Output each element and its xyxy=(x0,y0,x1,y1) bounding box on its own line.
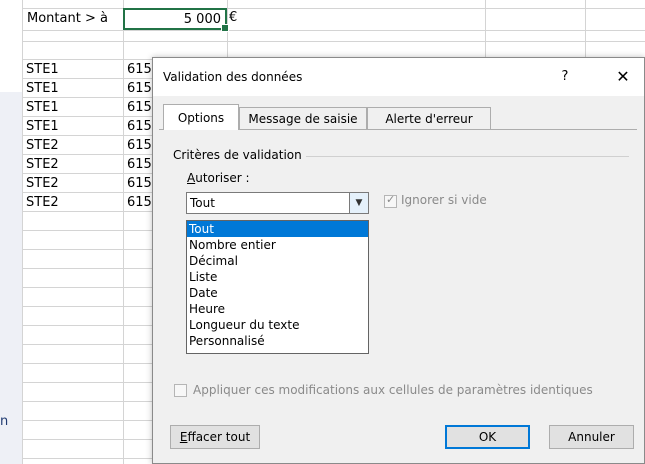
data-validation-dialog: Validation des données ? ✕ Options Messa… xyxy=(152,57,645,464)
company-cell[interactable]: STE2 xyxy=(26,157,59,172)
apply-all-label: Appliquer ces modifications aux cellules… xyxy=(193,383,593,397)
code-cell[interactable]: 615 xyxy=(127,62,152,77)
tab-error-alert[interactable]: Alerte d'erreur xyxy=(367,107,491,129)
allow-option-date[interactable]: Date xyxy=(187,285,368,301)
dialog-title: Validation des données xyxy=(163,70,303,84)
code-cell[interactable]: 615 xyxy=(127,157,152,172)
clear-all-label: ffacer tout xyxy=(187,430,251,444)
tab-options[interactable]: Options xyxy=(163,104,239,130)
grid-line xyxy=(22,41,645,42)
active-amount-cell[interactable]: 5 000 xyxy=(123,8,229,32)
company-cell[interactable]: STE2 xyxy=(26,195,59,210)
allow-label-text: utoriser : xyxy=(195,171,250,185)
code-cell[interactable]: 615 xyxy=(127,195,152,210)
code-cell[interactable]: 615 xyxy=(127,81,152,96)
clear-all-button[interactable]: Effacer tout xyxy=(170,425,260,449)
code-cell[interactable]: 615 xyxy=(127,119,152,134)
grid-line xyxy=(123,0,124,464)
grid-line xyxy=(22,30,645,31)
ignore-blank-label: Ignorer si vide xyxy=(401,193,487,207)
allow-label-accelerator: A xyxy=(187,171,196,185)
cut-off-text: n xyxy=(0,414,9,429)
ok-button[interactable]: OK xyxy=(445,425,530,449)
code-cell[interactable]: 615 xyxy=(127,100,152,115)
cancel-button[interactable]: Annuler xyxy=(549,425,634,449)
company-cell[interactable]: STE1 xyxy=(26,81,59,96)
grid-line xyxy=(22,0,23,464)
tab-input-message[interactable]: Message de saisie xyxy=(239,107,367,129)
company-cell[interactable]: STE1 xyxy=(26,62,59,77)
allow-option-any[interactable]: Tout xyxy=(187,221,368,237)
criteria-group-label: Critères de validation xyxy=(173,148,306,162)
close-icon[interactable]: ✕ xyxy=(609,65,637,89)
allow-option-custom[interactable]: Personnalisé xyxy=(187,333,368,349)
apply-all-checkbox[interactable] xyxy=(174,384,187,397)
allow-select[interactable]: Tout ▼ xyxy=(186,192,369,214)
row-header-strip xyxy=(0,92,22,464)
check-icon: ✓ xyxy=(386,193,396,206)
grid-line xyxy=(22,8,645,9)
company-cell[interactable]: STE1 xyxy=(26,100,59,115)
allow-option-whole-number[interactable]: Nombre entier xyxy=(187,237,368,253)
code-cell[interactable]: 615 xyxy=(127,176,152,191)
fill-handle[interactable] xyxy=(221,24,229,32)
ignore-blank-checkbox[interactable]: ✓ xyxy=(384,193,397,208)
allow-option-decimal[interactable]: Décimal xyxy=(187,253,368,269)
help-icon[interactable]: ? xyxy=(553,65,577,89)
currency-cell[interactable]: € xyxy=(229,10,237,25)
dialog-title-bar[interactable]: Validation des données ? ✕ xyxy=(153,58,644,96)
allow-option-text-length[interactable]: Longueur du texte xyxy=(187,317,368,333)
header-label-cell[interactable]: Montant > à xyxy=(27,11,108,26)
code-cell[interactable]: 615 xyxy=(127,138,152,153)
company-cell[interactable]: STE2 xyxy=(26,176,59,191)
allow-label: Autoriser : xyxy=(187,171,250,185)
allow-option-list[interactable]: Liste xyxy=(187,269,368,285)
allow-option-time[interactable]: Heure xyxy=(187,301,368,317)
chevron-down-icon[interactable]: ▼ xyxy=(349,193,368,213)
company-cell[interactable]: STE1 xyxy=(26,119,59,134)
amount-value: 5 000 xyxy=(183,12,221,27)
allow-options-list[interactable]: Tout Nombre entier Décimal Liste Date He… xyxy=(186,220,369,354)
allow-select-value: Tout xyxy=(190,196,215,210)
company-cell[interactable]: STE2 xyxy=(26,138,59,153)
